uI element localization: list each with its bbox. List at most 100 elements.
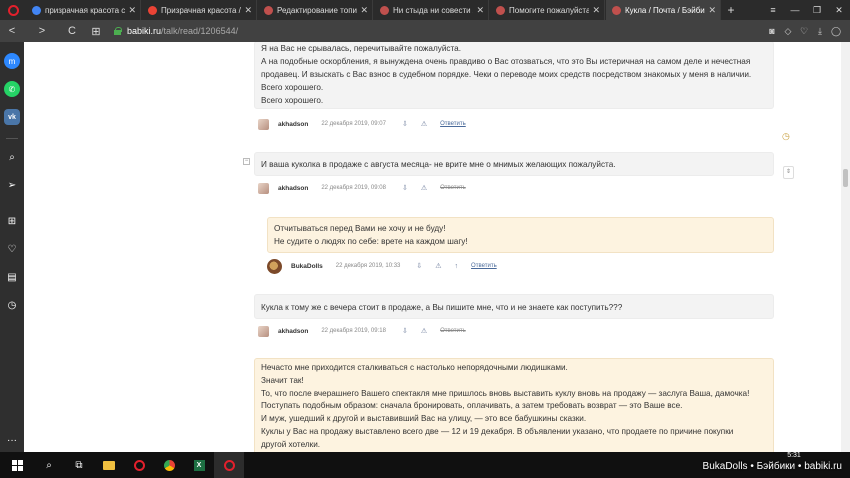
author-name[interactable]: akhadson [278,121,308,128]
forward-button[interactable]: > [34,25,50,37]
comment-text: И ваша куколка в продаже с августа месяц… [261,160,616,169]
minimize-button[interactable]: — [784,5,806,15]
excel-icon[interactable]: X [184,452,214,478]
url-field[interactable]: babiki.ru /talk/read/1206544/ [114,26,238,36]
vote-down-icon[interactable]: ⇩ [402,327,408,335]
favicon-icon [148,5,157,15]
comment-bubble: Кукла к тому же с вечера стоит в продаже… [254,294,774,319]
reply-link[interactable]: Ответить [440,328,466,334]
vote-down-icon[interactable]: ⇩ [402,184,408,192]
lock-icon [114,27,122,35]
vote-down-icon[interactable]: ⇩ [402,120,408,128]
shield-icon[interactable]: ◇ [780,26,796,37]
whatsapp-icon[interactable]: ✆ [4,81,20,97]
favicon-icon [612,5,621,15]
comment-meta: akhadson 22 декабря 2019, 09:08 ⇩ ⚠ Отве… [258,182,466,194]
favicon-icon [496,5,505,15]
task-view-icon[interactable]: ⧉ [64,452,94,478]
news-icon[interactable]: ▤ [4,269,20,285]
heart-icon[interactable]: ♡ [796,26,812,37]
page-scrollbar[interactable] [841,42,850,452]
comment-bubble: Отчитываться перед Вами не хочу и не буд… [267,217,774,253]
browser-tab[interactable]: Кукла / Почта / Бэйбик ✕ [606,0,721,20]
comment-meta: akhadson 22 декабря 2019, 09:18 ⇩ ⚠ Отве… [258,325,466,337]
comment-text: Всего хорошего. [261,96,324,105]
address-bar: < > C ⊞ babiki.ru /talk/read/1206544/ ◙ … [0,20,850,42]
comment-text: Отчитываться перед Вами не хочу и не буд… [274,224,446,233]
author-name[interactable]: BukaDolls [291,263,323,270]
close-tab-icon[interactable]: ✕ [708,5,716,16]
avatar[interactable] [258,118,269,130]
warning-icon[interactable]: ⚠ [435,262,441,270]
windows-logo-icon [11,459,23,471]
comment-text: Поступать подобным образом: сначала брон… [261,401,683,411]
new-tab-button[interactable]: + [722,0,740,20]
history-icon[interactable]: ◷ [4,297,20,313]
back-button[interactable]: < [4,25,20,37]
clock-icon[interactable]: ◷ [782,131,790,142]
close-tab-icon[interactable]: ✕ [128,5,136,16]
tab-title: Призрачная красота / С [161,5,242,15]
speed-dial-icon[interactable]: ⊞ [4,213,20,229]
avatar[interactable] [267,258,282,274]
close-tab-icon[interactable]: ✕ [476,5,484,16]
comment-date: 22 декабря 2019, 09:08 [321,185,386,191]
author-name[interactable]: akhadson [278,328,308,335]
vote-down-icon[interactable]: ⇩ [416,262,422,270]
more-icon[interactable]: ··· [4,432,20,448]
parent-link-icon[interactable]: ↑ [455,263,459,270]
vk-icon[interactable]: vk [4,109,20,125]
opera-menu-button[interactable] [0,0,26,20]
chrome-icon[interactable] [154,452,184,478]
search-icon[interactable]: ⌕ [34,452,64,478]
scrollbar-thumb[interactable] [843,169,848,187]
url-host: babiki.ru [127,26,162,36]
desktop-screen: призрачная красота сй ✕ Призрачная красота… [0,0,850,478]
close-tab-icon[interactable]: ✕ [360,5,368,16]
warning-icon[interactable]: ⚠ [421,184,427,192]
comment-bubble: Я на Вас не срывалась, перечитывайте пож… [254,42,774,109]
messenger-icon[interactable]: m [4,53,20,69]
opera-running-icon[interactable] [214,452,244,478]
browser-tab[interactable]: Ни стыда ни совести / Б✕ [374,0,489,20]
tab-strip: призрачная красота сй ✕ Призрачная красота… [26,0,722,20]
opera-icon[interactable] [124,452,154,478]
file-explorer-icon[interactable] [94,452,124,478]
address-bar-icons: ◙ ◇ ♡ ⤓ ◯ [764,20,844,42]
close-tab-icon[interactable]: ✕ [244,5,252,16]
watermark: BukaDolls • Бэйбики • babiki.ru [702,461,842,472]
comment-text: Значит так! [261,375,304,385]
warning-icon[interactable]: ⚠ [421,327,427,335]
tab-title: Редактирование топика [277,5,358,15]
warning-icon[interactable]: ⚠ [421,120,427,128]
avatar[interactable] [258,325,269,337]
avatar[interactable] [258,182,269,194]
comment-text: А на подобные оскорбления, я вынуждена о… [261,57,751,66]
browser-tab[interactable]: Редактирование топика ✕ [258,0,373,20]
heart-icon[interactable]: ♡ [4,241,20,257]
browser-tab[interactable]: Призрачная красота / С ✕ [142,0,257,20]
download-icon[interactable]: ⤓ [812,26,828,37]
reload-button[interactable]: C [64,25,80,37]
maximize-button[interactable]: ❐ [806,5,828,16]
start-button[interactable] [0,452,34,478]
search-icon[interactable]: ⌕ [4,149,20,165]
close-window-button[interactable]: ✕ [828,5,850,16]
close-tab-icon[interactable]: ✕ [592,5,600,16]
scroll-to-parent-button[interactable]: ⇕ [783,166,794,179]
author-name[interactable]: akhadson [278,185,308,192]
browser-tab[interactable]: призрачная красота сй ✕ [26,0,141,20]
send-icon[interactable]: ➢ [4,177,20,193]
reply-link[interactable]: Ответить [471,263,497,269]
reply-link[interactable]: Ответить [440,185,466,191]
comment-text: Кукла к тому же с вечера стоит в продаже… [261,303,623,312]
easy-setup-icon[interactable]: ≡ [762,5,784,15]
camera-icon[interactable]: ◙ [764,26,780,36]
opera-logo-icon [7,4,19,16]
comment-text: Куклы у Вас на продажу выставлено всего … [261,426,734,436]
browser-tab[interactable]: Помогите пожалуйста р ✕ [490,0,605,20]
reply-link[interactable]: Ответить [440,121,466,127]
speed-dial-grid-icon[interactable]: ⊞ [88,25,104,38]
user-icon[interactable]: ◯ [828,26,844,37]
collapse-thread-button[interactable]: − [243,158,250,165]
